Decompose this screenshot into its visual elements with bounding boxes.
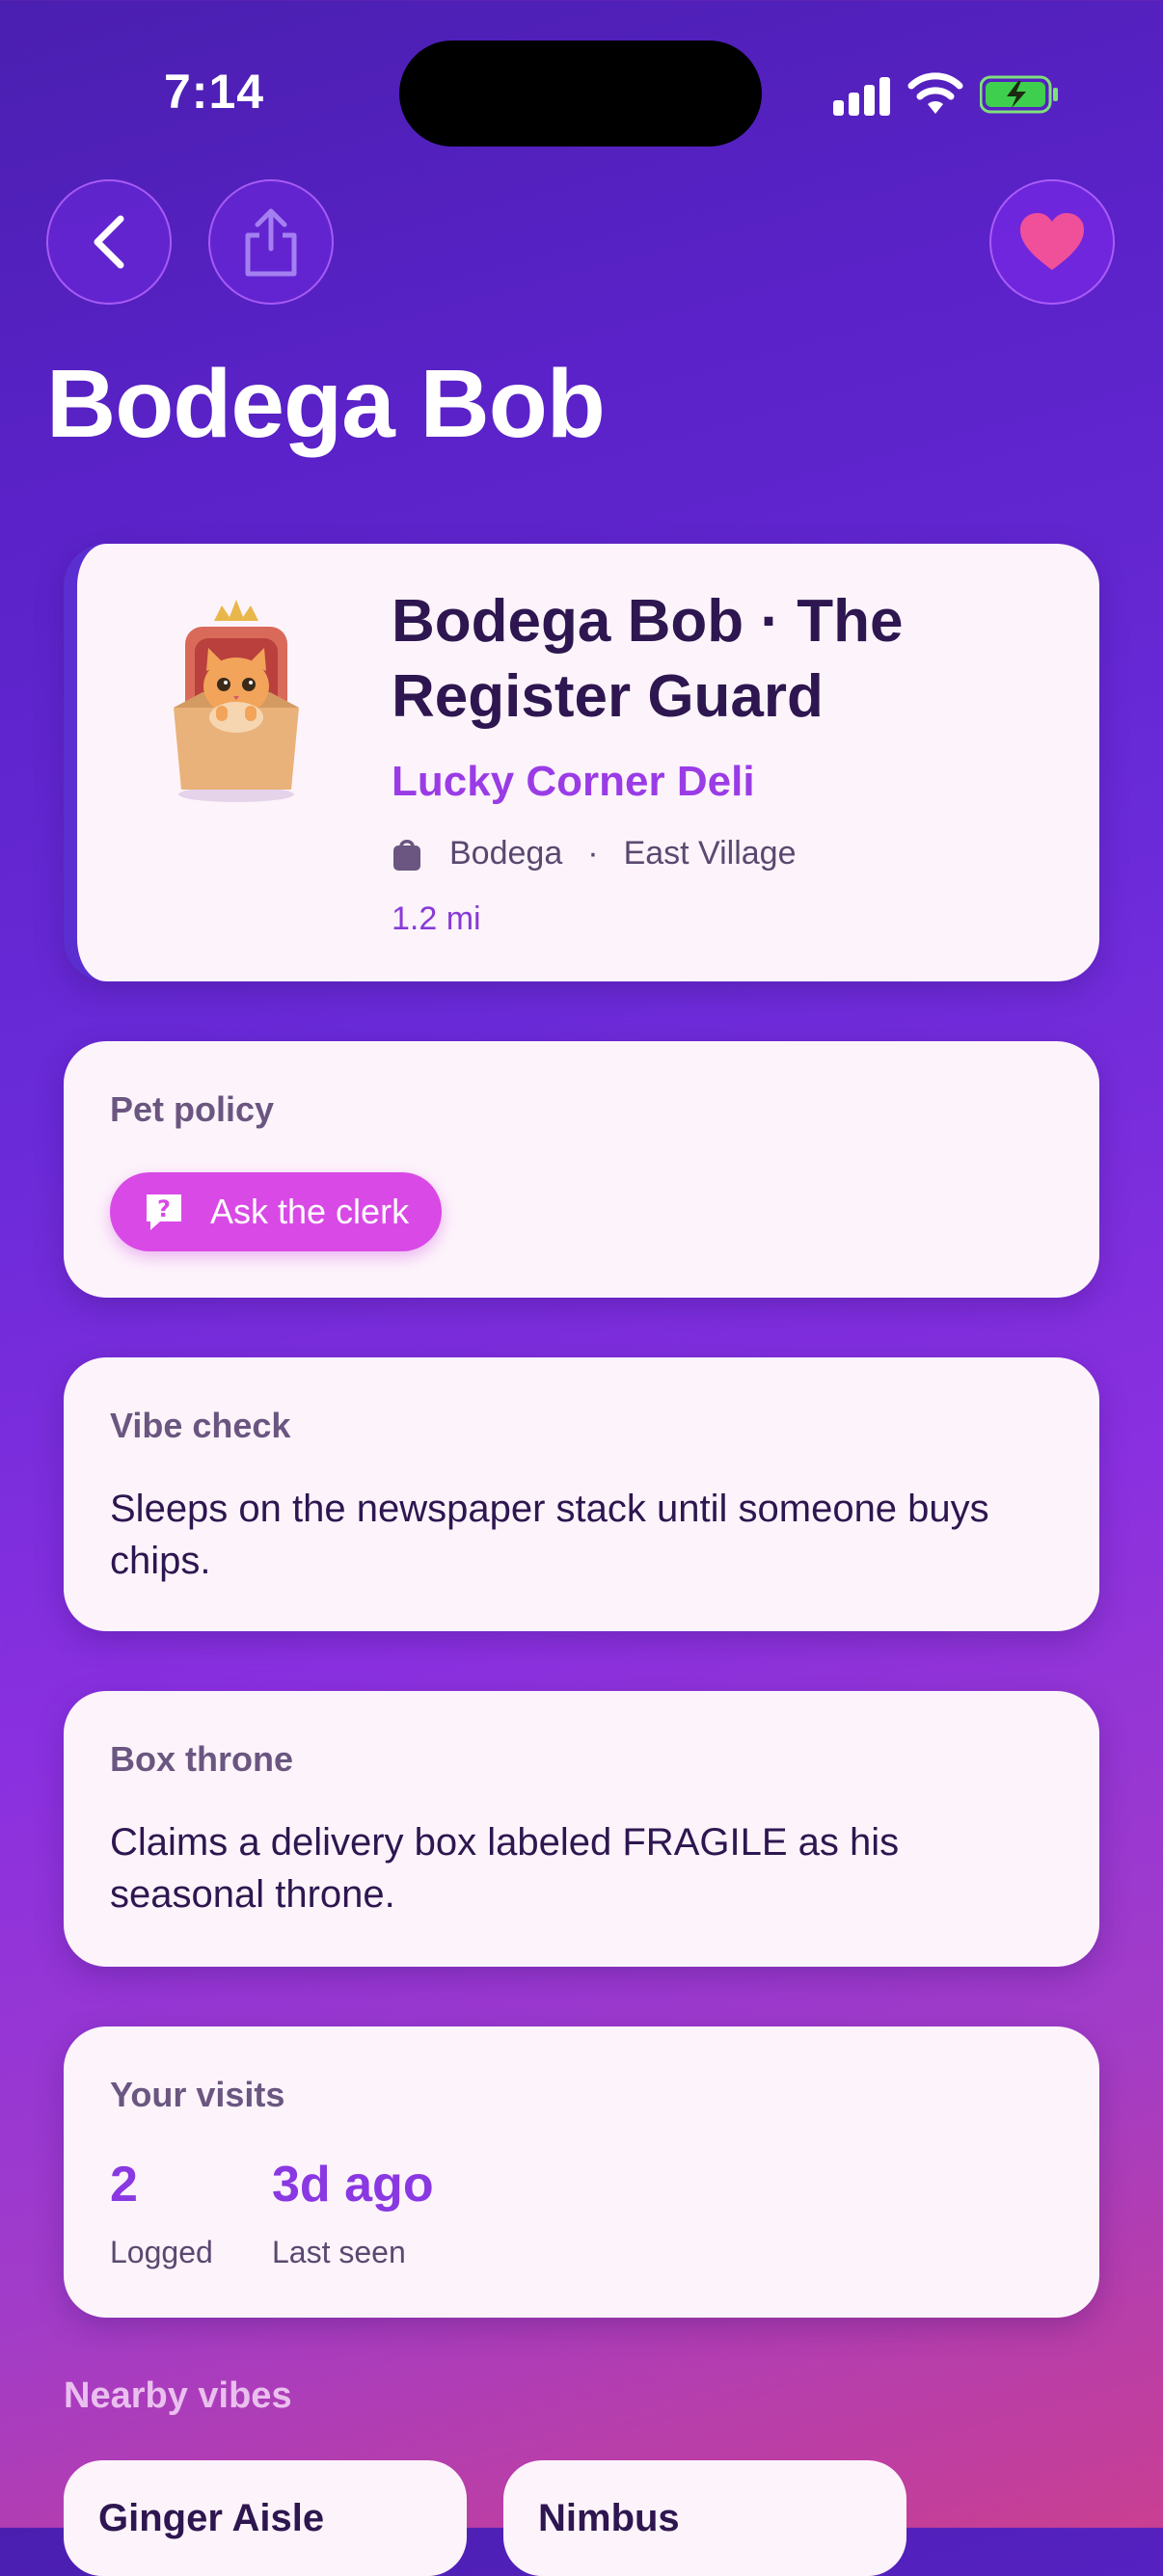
- share-icon: [245, 208, 297, 277]
- shopping-bag-icon: [393, 839, 420, 871]
- neighborhood: East Village: [623, 835, 797, 872]
- vibe-check-label: Vibe check: [110, 1406, 291, 1445]
- page-title: Bodega Bob: [46, 350, 606, 458]
- last-seen-label: Last seen: [272, 2235, 406, 2269]
- shop-name-link[interactable]: Lucky Corner Deli: [392, 758, 755, 806]
- nearby-card[interactable]: Ginger Aisle: [64, 2460, 467, 2576]
- pet-policy-label: Pet policy: [110, 1089, 275, 1129]
- meta-separator: ·: [587, 835, 599, 872]
- wifi-icon: [907, 72, 963, 114]
- chevron-left-icon: [94, 215, 124, 269]
- location-meta: Bodega · East Village: [392, 835, 797, 872]
- nearby-card[interactable]: Nimbus: [503, 2460, 906, 2576]
- box-throne-label: Box throne: [110, 1739, 294, 1779]
- visits-logged-value: 2: [110, 2157, 138, 2213]
- dynamic-island: [399, 40, 762, 147]
- nearby-card-name: Nimbus: [538, 2497, 680, 2539]
- status-time: 7:14: [164, 65, 265, 119]
- nearby-card-name: Ginger Aisle: [98, 2497, 325, 2539]
- distance-label: 1.2 mi: [392, 900, 481, 937]
- ask-clerk-label: Ask the clerk: [210, 1192, 410, 1231]
- cat-avatar: [174, 600, 299, 802]
- nearby-vibes-heading: Nearby vibes: [64, 2375, 292, 2416]
- box-throne-text: Claims a delivery box labeled FRAGILE as…: [110, 1821, 900, 1916]
- last-seen-value: 3d ago: [272, 2157, 434, 2213]
- visits-card: [64, 2026, 1099, 2318]
- vibe-check-text: Sleeps on the newspaper stack until some…: [110, 1488, 989, 1582]
- heart-icon: [1020, 213, 1084, 270]
- share-button[interactable]: [208, 179, 334, 305]
- favorite-button[interactable]: [989, 179, 1115, 305]
- back-button[interactable]: [46, 179, 172, 305]
- store-category: Bodega: [449, 835, 563, 872]
- question-bubble-icon: ?: [147, 1194, 181, 1230]
- pet-policy-card: [64, 1041, 1099, 1298]
- visits-label: Your visits: [110, 2075, 285, 2114]
- cellular-signal-icon: [833, 75, 891, 116]
- visits-logged-label: Logged: [110, 2235, 213, 2269]
- ask-clerk-button[interactable]: ? Ask the clerk: [110, 1172, 443, 1251]
- svg-text:?: ?: [157, 1195, 171, 1222]
- cat-full-name: Bodega Bob · The Register Guard: [392, 588, 904, 730]
- battery-charging-icon: [980, 75, 1058, 114]
